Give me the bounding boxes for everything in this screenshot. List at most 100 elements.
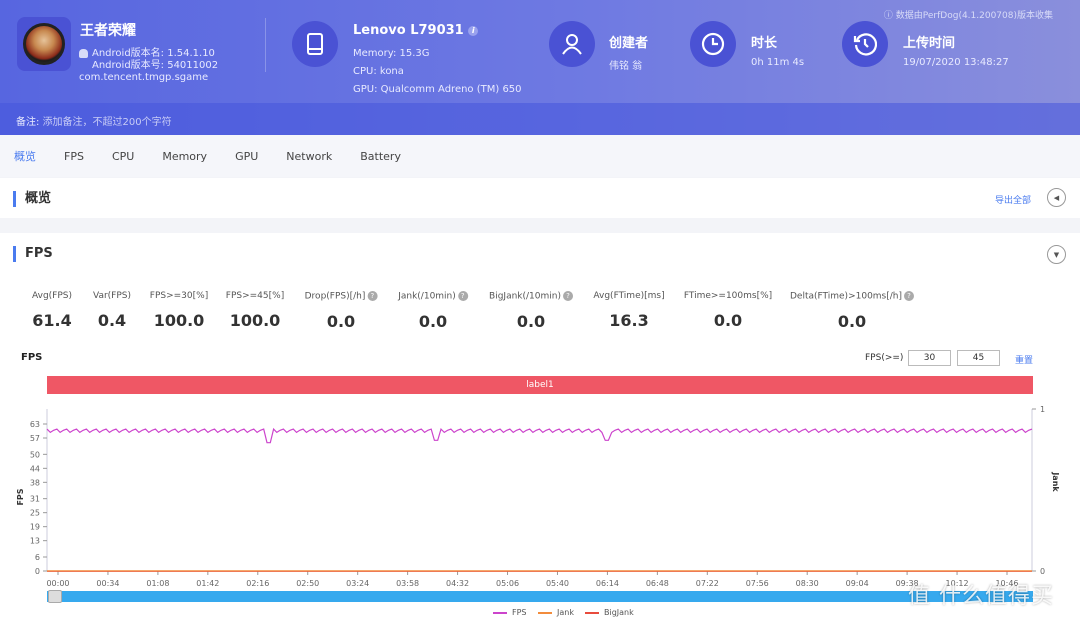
metric-label: Var(FPS) [92, 291, 132, 301]
user-icon [549, 21, 595, 67]
metric-item: Avg(FPS) 61.4 [32, 291, 72, 330]
note-input[interactable]: 添加备注，不超过200个字符 [43, 117, 172, 128]
chart-title: FPS [21, 352, 43, 363]
perfdog-note-text: 数据由PerfDog(4.1.200708)版本收集 [895, 11, 1053, 21]
export-all-button[interactable]: 导出全部 [995, 193, 1031, 206]
metric-label: Drop(FPS)[/h] [304, 291, 366, 302]
app-icon [17, 17, 71, 71]
metric-value: 0.0 [713, 311, 743, 330]
info-icon[interactable]: i [468, 25, 479, 36]
creator-value: 伟铭 翁 [609, 61, 643, 72]
metric-item: Avg(FTime)[ms] 16.3 [593, 291, 664, 330]
reset-button[interactable]: 重置 [1015, 353, 1033, 366]
device-name: Lenovo L79031 i [353, 23, 479, 38]
legend-bigjank-label: BigJank [604, 608, 634, 617]
metric-label: FPS>=30[%] [149, 291, 209, 301]
metric-value: 100.0 [153, 311, 205, 330]
help-icon[interactable]: ? [904, 291, 915, 301]
caret-down-icon: ▼ [1053, 250, 1060, 259]
creator-title: 创建者 [609, 36, 649, 51]
slider-handle[interactable] [48, 590, 62, 603]
legend-jank-swatch [538, 611, 552, 614]
metric-value: 0.0 [516, 311, 546, 331]
header-divider [265, 18, 266, 72]
collapse-down-button[interactable]: ▼ [1047, 245, 1066, 264]
metric-label-row: Jank(/10min)? [398, 291, 468, 302]
fps-section-title: FPS [13, 246, 53, 262]
metric-label-row: Delta(FTime)>100ms[/h]? [789, 291, 915, 302]
metric-label: FPS>=45[%] [225, 291, 285, 301]
perfdog-note: ⓘ 数据由PerfDog(4.1.200708)版本收集 [884, 8, 1053, 21]
legend-jank-label: Jank [557, 608, 574, 617]
tab-fps[interactable]: FPS [64, 150, 84, 163]
metric-label-row: Drop(FPS)[/h]? [305, 291, 378, 302]
collapse-left-button[interactable]: ◀ [1047, 188, 1066, 207]
device-icon [292, 21, 338, 67]
upload-value: 19/07/2020 13:48:27 [903, 57, 1009, 68]
note-label: 备注: [16, 117, 40, 128]
tab-overview[interactable]: 概览 [14, 148, 36, 164]
tab-gpu[interactable]: GPU [235, 150, 258, 163]
report-header: 王者荣耀 Android版本名: 1.54.1.10 Android版本号: 5… [0, 0, 1080, 135]
overview-card: 概览 导出全部 ◀ [0, 178, 1080, 218]
android-icon [79, 49, 88, 58]
metric-value: 0.0 [837, 311, 867, 331]
history-icon [842, 21, 888, 67]
threshold-input-1[interactable]: 30 [908, 350, 951, 366]
legend-bigjank[interactable]: BigJank [585, 608, 634, 617]
app-name: 王者荣耀 [80, 23, 136, 39]
metric-value: 0.4 [97, 311, 127, 330]
metric-item: FPS>=30[%] 100.0 [150, 291, 208, 330]
help-icon[interactable]: ? [562, 291, 573, 301]
tab-cpu[interactable]: CPU [112, 150, 134, 163]
metric-value: 100.0 [229, 311, 281, 330]
metric-item: Jank(/10min)? 0.0 [398, 291, 468, 331]
label-bar[interactable]: label1 [47, 376, 1033, 394]
metric-value: 16.3 [609, 311, 649, 330]
device-gpu: GPU: Qualcomm Adreno (TM) 650 [353, 84, 522, 95]
metric-item: FTime>=100ms[%] 0.0 [684, 291, 772, 330]
info-circle-icon: ⓘ [883, 11, 896, 21]
metric-label: BigJank(/10min) [489, 291, 561, 302]
overview-title: 概览 [13, 191, 51, 207]
metric-item: Delta(FTime)>100ms[/h]? 0.0 [789, 291, 915, 331]
metric-item: BigJank(/10min)? 0.0 [489, 291, 573, 331]
legend-fps-swatch [493, 611, 507, 614]
tab-bar: 概览 FPS CPU Memory GPU Network Battery [0, 135, 1080, 177]
legend-fps[interactable]: FPS [493, 608, 527, 617]
app-package: com.tencent.tmgp.sgame [79, 72, 209, 83]
metric-label-row: BigJank(/10min)? [489, 291, 573, 302]
tab-network[interactable]: Network [286, 150, 332, 163]
upload-title: 上传时间 [903, 36, 956, 51]
threshold-label: FPS(>=) [865, 353, 904, 363]
duration-title: 时长 [751, 36, 778, 51]
metric-value: 61.4 [32, 311, 72, 330]
metric-item: FPS>=45[%] 100.0 [226, 291, 284, 330]
device-cpu: CPU: kona [353, 66, 404, 77]
app-version-code: Android版本号: 54011002 [92, 60, 219, 71]
duration-value: 0h 11m 4s [751, 57, 805, 68]
metric-label: Avg(FPS) [31, 291, 73, 301]
metric-item: Var(FPS) 0.4 [93, 291, 131, 330]
help-icon[interactable]: ? [367, 291, 378, 301]
legend-fps-label: FPS [512, 608, 527, 617]
time-range-slider[interactable] [47, 591, 1033, 602]
note-bar[interactable]: 备注: 添加备注，不超过200个字符 [0, 103, 1080, 135]
metric-value: 0.0 [418, 311, 448, 331]
metric-item: Drop(FPS)[/h]? 0.0 [305, 291, 378, 331]
threshold-input-2[interactable]: 45 [957, 350, 1000, 366]
metric-label: Delta(FTime)>100ms[/h] [789, 291, 903, 302]
metric-label: Avg(FTime)[ms] [593, 291, 665, 301]
tab-memory[interactable]: Memory [162, 150, 207, 163]
device-memory: Memory: 15.3G [353, 48, 430, 59]
metric-label: FTime>=100ms[%] [683, 291, 773, 301]
help-icon[interactable]: ? [457, 291, 468, 301]
metric-label: Jank(/10min) [398, 291, 456, 302]
legend-jank[interactable]: Jank [538, 608, 574, 617]
watermark: 值 什么值得买 [908, 584, 1054, 609]
metric-value: 0.0 [326, 311, 356, 331]
device-name-text: Lenovo L79031 [353, 23, 464, 38]
clock-icon [690, 21, 736, 67]
game-portrait-icon [23, 23, 65, 65]
tab-battery[interactable]: Battery [360, 150, 401, 163]
